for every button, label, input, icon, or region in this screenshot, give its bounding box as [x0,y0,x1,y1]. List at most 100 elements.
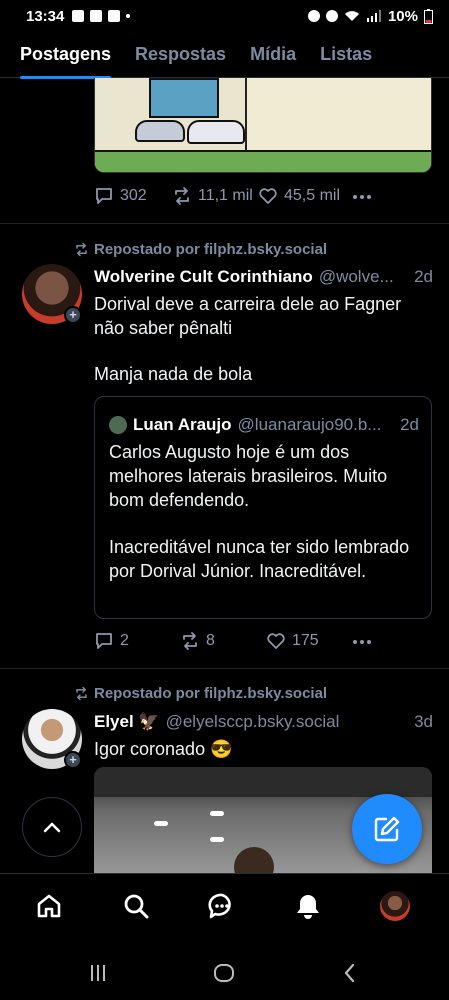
author-handle[interactable]: @elyelsccp.bsky.social [166,712,408,732]
notification-icon [108,10,121,22]
quote-text: Carlos Augusto hoje é um dos melhores la… [109,442,388,510]
follow-plus-icon[interactable]: + [64,306,82,324]
repost-button[interactable]: 11,1 mil [172,186,253,206]
recents-icon [91,965,105,981]
battery-icon [424,8,433,24]
notifications-icon [297,895,319,919]
repost-label: Repostado por filphz.bsky.social [94,685,328,702]
repost-icon [76,686,87,701]
nav-profile[interactable] [379,890,411,922]
compose-button[interactable] [352,794,422,864]
repost-indicator[interactable]: Repostado por filphz.bsky.social [74,241,327,258]
system-icons: 10% [307,7,433,25]
post-actions: 2 8 175 [94,631,434,655]
repost-icon [76,242,87,257]
quote-author-name: Luan Araujo [133,415,232,434]
alarm-icon [307,10,320,22]
home-system-button[interactable] [212,961,236,985]
reply-icon [96,188,112,204]
bottom-navigation [0,873,449,941]
more-options-button[interactable] [352,194,372,200]
repost-label: Repostado por filphz.bsky.social [94,241,328,258]
reply-icon [96,633,112,649]
battery-level: 10% [387,7,418,25]
image-content [245,78,431,151]
post-text: Manja nada de bola [94,364,253,384]
wifi-icon [344,11,359,21]
follow-plus-icon[interactable]: + [64,751,82,769]
post-image[interactable] [94,78,432,173]
notification-icons [72,10,131,22]
quote-author-handle: @luanaraujo90.b... [237,415,382,434]
author-handle[interactable]: @wolve... [319,267,408,287]
back-icon [344,963,355,983]
status-time: 13:34 [26,7,65,25]
heart-icon [267,633,285,649]
reply-button[interactable]: 302 [94,186,147,206]
feed[interactable]: 302 11,1 mil 45,5 mil Repostado por filp… [0,78,449,873]
post-header: Elyel 🦅 @elyelsccp.bsky.social 3d [94,712,433,732]
tab-listas[interactable]: Listas [320,32,372,78]
chevron-up-icon [43,822,61,833]
profile-avatar [380,891,410,921]
scroll-to-top-button[interactable] [22,797,82,857]
quote-text: Inacreditável nunca ter sido lembrado po… [109,537,410,581]
reply-count: 302 [120,187,147,204]
post-actions: 302 11,1 mil 45,5 mil [94,186,434,210]
compose-icon [374,816,400,842]
image-content [210,837,224,842]
tab-respostas[interactable]: Respostas [135,32,226,78]
image-content [94,767,432,797]
post-divider [0,668,449,669]
heart-icon [259,188,277,204]
more-notifications-icon [126,14,131,18]
notification-icon [90,10,103,22]
like-button[interactable]: 175 [266,631,319,651]
post-header: Wolverine Cult Corinthiano @wolve... 2d [94,267,433,287]
like-count: 175 [292,632,319,649]
post-divider [0,223,449,224]
quote-avatar [109,416,127,434]
image-content [210,811,224,816]
image-content [234,847,274,873]
post-age: 2d [414,267,433,286]
author-name[interactable]: Elyel 🦅 [94,712,160,732]
home-circle-icon [214,964,234,982]
profile-tabs: Postagens Respostas Mídia Listas [0,32,449,79]
like-count: 45,5 mil [284,187,341,204]
search-icon [124,894,149,919]
reply-count: 2 [120,632,129,649]
image-content [95,150,431,172]
quoted-post[interactable]: Luan Araujo @luanaraujo90.b... 2d Carlos… [94,396,432,619]
nav-notifications[interactable] [292,890,324,922]
image-content [135,78,245,153]
mute-icon [325,10,338,22]
nav-home[interactable] [33,890,65,922]
repost-indicator[interactable]: Repostado por filphz.bsky.social [74,685,327,702]
nav-chat[interactable] [206,890,238,922]
more-options-button[interactable] [352,639,372,645]
post-text: Dorival deve a carreira dele ao Fagner n… [94,294,402,338]
home-icon [37,894,61,918]
reply-button[interactable]: 2 [94,631,129,651]
like-button[interactable]: 45,5 mil [258,186,340,206]
back-button[interactable] [338,961,362,985]
tab-midia[interactable]: Mídia [250,32,296,78]
system-navigation-bar [0,941,449,1000]
repost-icon [175,187,189,205]
repost-count: 11,1 mil [198,187,253,204]
chat-icon [208,893,231,919]
tab-postagens[interactable]: Postagens [20,32,112,79]
post-text: Igor coronado 😎 [94,739,233,759]
more-icon [353,195,371,199]
repost-button[interactable]: 8 [180,631,215,651]
recent-apps-button[interactable] [86,961,110,985]
post-age: 3d [414,712,433,731]
image-content [154,821,168,826]
author-name[interactable]: Wolverine Cult Corinthiano [94,267,313,287]
more-icon [353,640,371,644]
status-bar: 13:34 10% [0,0,449,32]
repost-count: 8 [206,632,215,649]
nav-search[interactable] [120,890,152,922]
signal-icon [366,10,381,22]
